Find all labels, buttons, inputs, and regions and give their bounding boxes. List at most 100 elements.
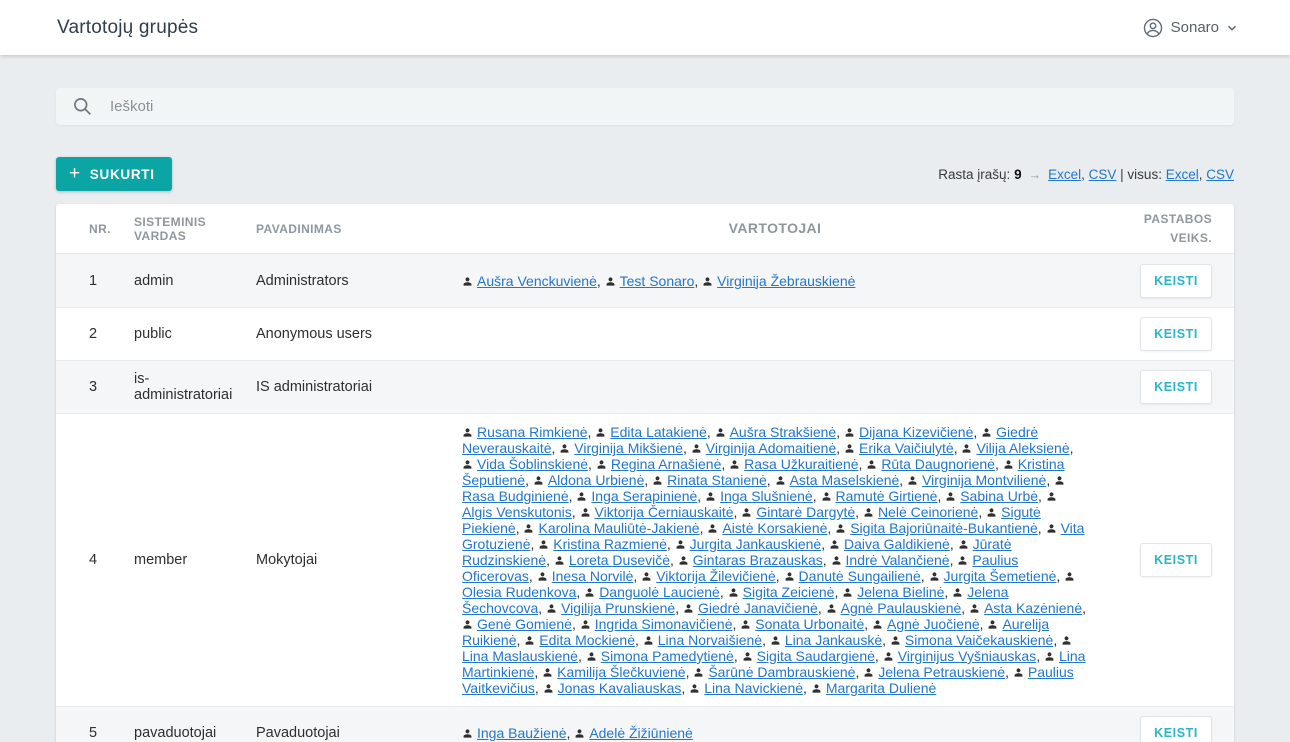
user-link[interactable]: Erika Vaičiulytė bbox=[859, 440, 954, 456]
person-icon bbox=[957, 552, 972, 568]
user-link[interactable]: Inga Serapinienė bbox=[591, 488, 697, 504]
person-icon bbox=[559, 440, 574, 456]
user-link[interactable]: Danguolė Laucienė bbox=[599, 584, 720, 600]
user-link[interactable]: Daiva Galdikienė bbox=[844, 536, 950, 552]
search-input[interactable] bbox=[110, 98, 1218, 115]
user-link[interactable]: Agnė Paulauskienė bbox=[841, 600, 962, 616]
edit-button[interactable]: KEISTI bbox=[1140, 543, 1212, 577]
user-link[interactable]: Virginija Mikšienė bbox=[574, 440, 683, 456]
person-icon bbox=[770, 632, 785, 648]
user-link[interactable]: Aušra Venckuvienė bbox=[477, 273, 597, 289]
person-icon bbox=[1046, 488, 1061, 504]
user-link[interactable]: Indrė Valančienė bbox=[846, 552, 950, 568]
user-link[interactable]: Inga Slušnienė bbox=[720, 488, 813, 504]
user-link[interactable]: Inesa Norvilė bbox=[552, 568, 634, 584]
person-icon bbox=[1003, 456, 1018, 472]
user-link[interactable]: Lina Norvaišienė bbox=[658, 632, 762, 648]
column-header-notes-line: PASTABOS bbox=[1144, 210, 1212, 229]
user-link[interactable]: Rasa Užkuraitienė bbox=[744, 456, 858, 472]
user-link[interactable]: Edita Latakienė bbox=[610, 424, 707, 440]
user-link[interactable]: Kristina Razmienė bbox=[553, 536, 667, 552]
user-link[interactable]: Dijana Kizevičienė bbox=[859, 424, 973, 440]
user-link[interactable]: Karolina Mauliūtė-Jakienė bbox=[538, 520, 699, 536]
user-link[interactable]: Agnė Juočienė bbox=[887, 616, 980, 632]
user-link[interactable]: Inga Baužienė bbox=[477, 725, 567, 741]
user-link[interactable]: Viktorija Černiauskaitė bbox=[595, 504, 734, 520]
person-icon bbox=[784, 568, 799, 584]
create-button[interactable]: +SUKURTI bbox=[56, 157, 172, 191]
person-icon bbox=[596, 456, 611, 472]
user-link[interactable]: Lina Navickienė bbox=[704, 680, 803, 696]
user-link[interactable]: Aldona Urbienė bbox=[548, 472, 645, 488]
user-link[interactable]: Rasa Budginienė bbox=[462, 488, 569, 504]
user-link[interactable]: Ramutė Girtienė bbox=[836, 488, 938, 504]
user-link[interactable]: Jurgita Šemetienė bbox=[944, 568, 1057, 584]
person-icon bbox=[675, 536, 690, 552]
user-link[interactable]: Olesia Rudenkova bbox=[462, 584, 576, 600]
user-link[interactable]: Simona Vaičekauskienė bbox=[905, 632, 1053, 648]
edit-button[interactable]: KEISTI bbox=[1140, 370, 1212, 404]
user-link[interactable]: Asta Kazėnienė bbox=[984, 600, 1082, 616]
user-link[interactable]: Nelė Ceinorienė bbox=[878, 504, 978, 520]
user-link[interactable]: Simona Pamedytienė bbox=[601, 648, 734, 664]
user-name: Sonaro bbox=[1171, 19, 1219, 36]
user-link[interactable]: Virginija Montvilienė bbox=[922, 472, 1046, 488]
user-link[interactable]: Jelena Petrauskienė bbox=[878, 664, 1005, 680]
export-all-excel-link[interactable]: Excel bbox=[1166, 167, 1199, 182]
export-csv-link[interactable]: CSV bbox=[1089, 167, 1117, 182]
user-link[interactable]: Rinata Stanienė bbox=[667, 472, 767, 488]
user-link[interactable]: Viktorija Žilevičienė bbox=[656, 568, 776, 584]
user-link[interactable]: Jonas Kavaliauskas bbox=[558, 680, 682, 696]
user-link[interactable]: Jurgita Jankauskienė bbox=[690, 536, 822, 552]
user-link[interactable]: Giedrė Janavičienė bbox=[698, 600, 818, 616]
person-icon bbox=[775, 472, 790, 488]
user-link[interactable]: Asta Maselskienė bbox=[790, 472, 900, 488]
user-circle-icon bbox=[1142, 17, 1164, 39]
user-link[interactable]: Rusana Rimkienė bbox=[477, 424, 588, 440]
user-link[interactable]: Sigita Saudargienė bbox=[757, 648, 875, 664]
user-link[interactable]: Sonata Urbonaitė bbox=[755, 616, 864, 632]
user-link[interactable]: Edita Mockienė bbox=[539, 632, 635, 648]
edit-button[interactable]: KEISTI bbox=[1140, 264, 1212, 298]
user-link[interactable]: Regina Arnašienė bbox=[611, 456, 722, 472]
user-link[interactable]: Šarūnė Dambrauskienė bbox=[708, 664, 855, 680]
edit-button[interactable]: KEISTI bbox=[1140, 716, 1212, 742]
user-link[interactable]: Margarita Dulienė bbox=[826, 680, 937, 696]
row-actions: KEISTI bbox=[1102, 370, 1234, 404]
user-link[interactable]: Sigita Bajoriūnaitė-Bukantienė bbox=[850, 520, 1038, 536]
user-link[interactable]: Sabina Urbė bbox=[960, 488, 1038, 504]
export-all-csv-link[interactable]: CSV bbox=[1206, 167, 1234, 182]
user-link[interactable]: Adelė Žižiūnienė bbox=[589, 725, 693, 741]
user-link[interactable]: Rūta Daugnorienė bbox=[881, 456, 995, 472]
user-link[interactable]: Aistė Korsakienė bbox=[722, 520, 827, 536]
user-link[interactable]: Genė Gomienė bbox=[477, 616, 572, 632]
person-icon bbox=[987, 616, 1002, 632]
person-icon bbox=[1013, 664, 1028, 680]
user-link[interactable]: Test Sonaro bbox=[620, 273, 695, 289]
user-link[interactable]: Gintaras Brazauskas bbox=[693, 552, 823, 568]
user-link[interactable]: Virginija Žebrauskienė bbox=[717, 273, 855, 289]
user-link[interactable]: Vilija Aleksienė bbox=[976, 440, 1069, 456]
user-link[interactable]: Gintarė Dargytė bbox=[756, 504, 855, 520]
user-link[interactable]: Virginijus Vyšniauskas bbox=[898, 648, 1037, 664]
user-link[interactable]: Ingrida Simonavičienė bbox=[595, 616, 733, 632]
user-link[interactable]: Jelena Bielinė bbox=[857, 584, 944, 600]
user-link[interactable]: Danutė Sungailienė bbox=[799, 568, 921, 584]
user-link[interactable]: Virginija Adomaitienė bbox=[706, 440, 837, 456]
user-link[interactable]: Kamilija Šlečkuvienė bbox=[557, 664, 685, 680]
row-name: Pavaduotojai bbox=[256, 725, 462, 741]
user-link[interactable]: Sigita Zeicienė bbox=[743, 584, 835, 600]
user-link[interactable]: Lina Maslauskienė bbox=[462, 648, 578, 664]
user-link[interactable]: Algis Venskutonis bbox=[462, 504, 572, 520]
user-link[interactable]: Loreta Dusevičė bbox=[569, 552, 670, 568]
user-link[interactable]: Vigilija Prunskienė bbox=[561, 600, 675, 616]
user-menu[interactable]: Sonaro bbox=[1142, 17, 1238, 39]
user-link[interactable]: Lina Jankauskė bbox=[785, 632, 882, 648]
edit-button[interactable]: KEISTI bbox=[1140, 317, 1212, 351]
table-body: 1 admin Administrators Aušra Venckuvienė… bbox=[56, 254, 1234, 742]
export-excel-link[interactable]: Excel bbox=[1048, 167, 1081, 182]
person-icon bbox=[652, 472, 667, 488]
user-link[interactable]: Aušra Strakšienė bbox=[730, 424, 837, 440]
user-link[interactable]: Vida Šoblinskienė bbox=[477, 456, 588, 472]
search-bar bbox=[56, 88, 1234, 125]
